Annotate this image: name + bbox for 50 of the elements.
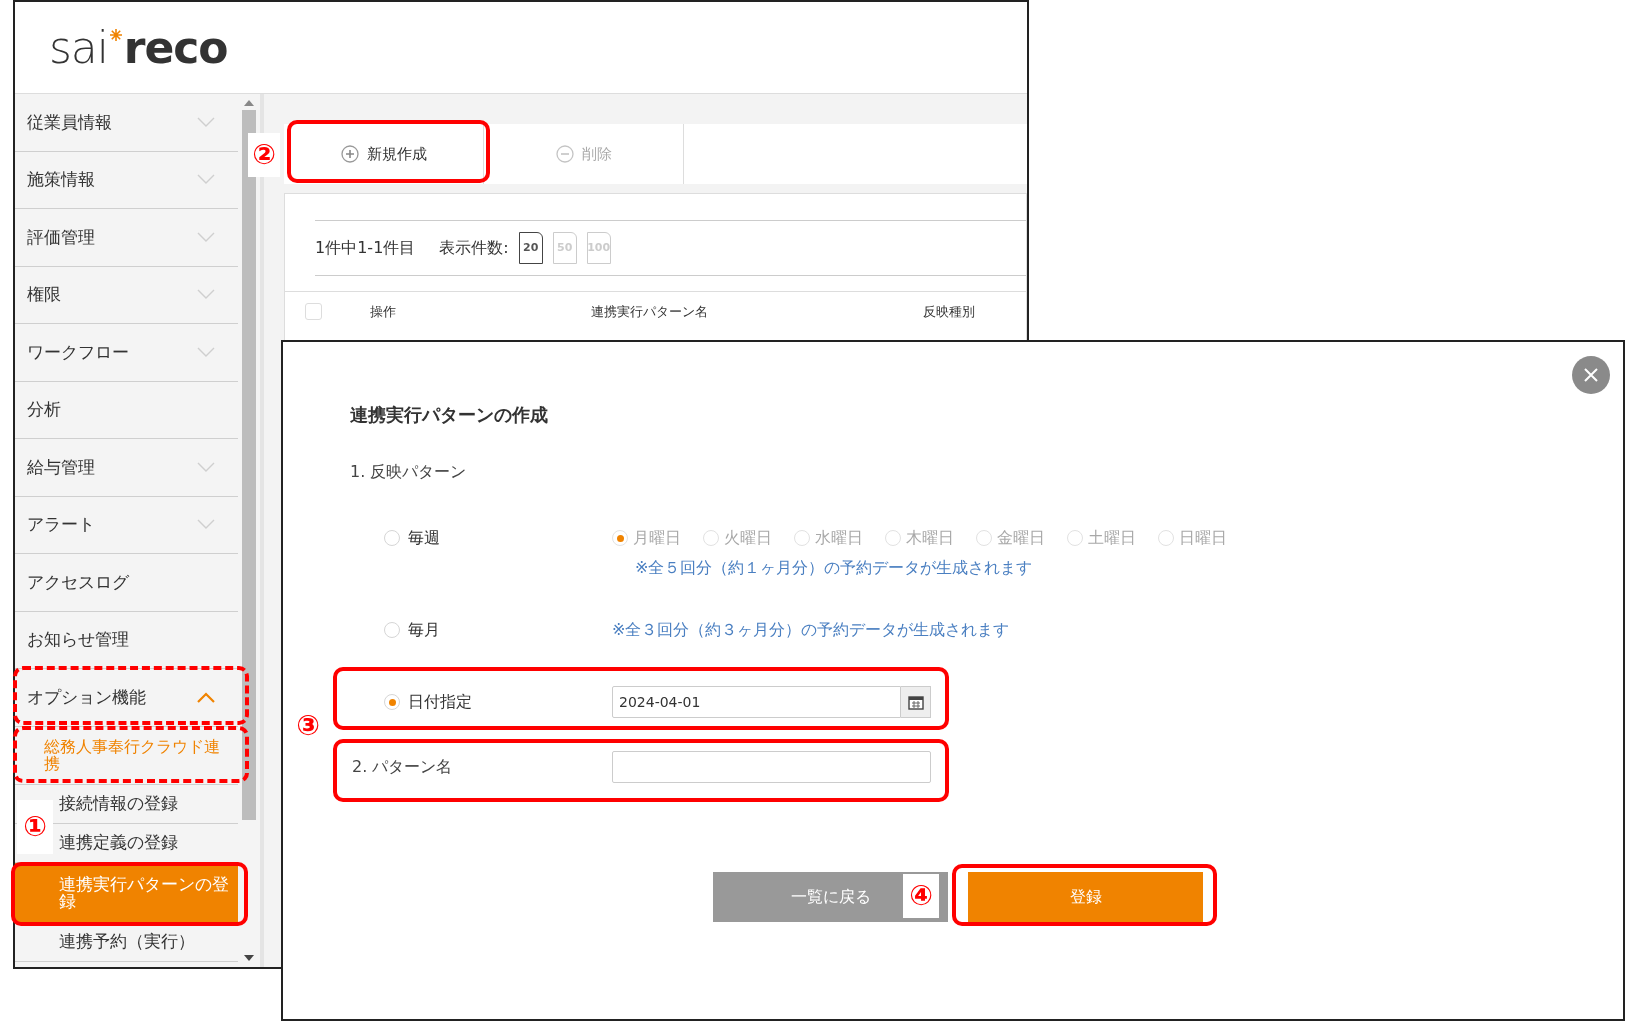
minus-circle-icon <box>555 145 574 163</box>
note-text: ※全５回分（約１ヶ月分）の予約データが生成されます <box>635 557 1034 579</box>
step-number: ② <box>248 133 280 177</box>
radio-button[interactable] <box>703 530 719 546</box>
radio-button[interactable] <box>612 530 628 546</box>
scroll-up-icon[interactable] <box>244 100 254 106</box>
date-field[interactable]: 2024-04-01 <box>612 686 901 718</box>
radio-button[interactable] <box>384 622 400 638</box>
close-button[interactable] <box>1572 356 1610 394</box>
section-label: 1. 反映パターン <box>350 461 468 483</box>
scroll-down-icon[interactable] <box>244 955 254 961</box>
radio-button[interactable] <box>384 694 400 710</box>
page-size-option[interactable]: 20 <box>518 232 543 264</box>
weekday-label: 木曜日 <box>906 527 954 549</box>
result-count: 1件中1-1件目 <box>315 237 416 259</box>
close-icon <box>1584 368 1598 382</box>
asterisk-icon <box>108 28 123 42</box>
radio-button[interactable] <box>976 530 992 546</box>
option-label: 毎月 <box>408 619 440 641</box>
new-button[interactable]: 新規作成 <box>284 124 484 184</box>
section-label: 2. パターン名 <box>351 756 454 778</box>
radio-button[interactable] <box>1067 530 1083 546</box>
weekday-label: 月曜日 <box>633 527 681 549</box>
plus-circle-icon <box>340 145 359 163</box>
weekday-label: 火曜日 <box>724 527 772 549</box>
calendar-icon <box>907 694 924 710</box>
radio-button[interactable] <box>1158 530 1174 546</box>
calendar-button[interactable] <box>901 686 931 718</box>
column-header: 操作 <box>370 302 397 321</box>
page-size-label: 表示件数: <box>439 237 509 259</box>
logo-text: sai <box>49 25 108 70</box>
weekday-label: 日曜日 <box>1179 527 1227 549</box>
weekday-label: 金曜日 <box>997 527 1045 549</box>
column-header: 反映種別 <box>923 302 975 321</box>
note-text: ※全３回分（約３ヶ月分）の予約データが生成されます <box>612 619 1010 641</box>
option-label: 毎週 <box>408 527 440 549</box>
radio-button[interactable] <box>794 530 810 546</box>
step-number: ① <box>17 800 53 854</box>
radio-button[interactable] <box>384 530 400 546</box>
logo-text: reco <box>123 25 228 70</box>
option-label: 日付指定 <box>408 691 472 713</box>
select-all-checkbox[interactable] <box>305 303 322 320</box>
pattern-name-field[interactable] <box>612 751 931 783</box>
step-number: ④ <box>903 874 939 918</box>
radio-button[interactable] <box>885 530 901 546</box>
dialog-title: 連携実行パターンの作成 <box>350 403 549 427</box>
weekday-label: 水曜日 <box>815 527 863 549</box>
weekday-label: 土曜日 <box>1088 527 1136 549</box>
column-header: 連携実行パターン名 <box>591 302 709 321</box>
scroll-thumb[interactable] <box>242 110 256 820</box>
